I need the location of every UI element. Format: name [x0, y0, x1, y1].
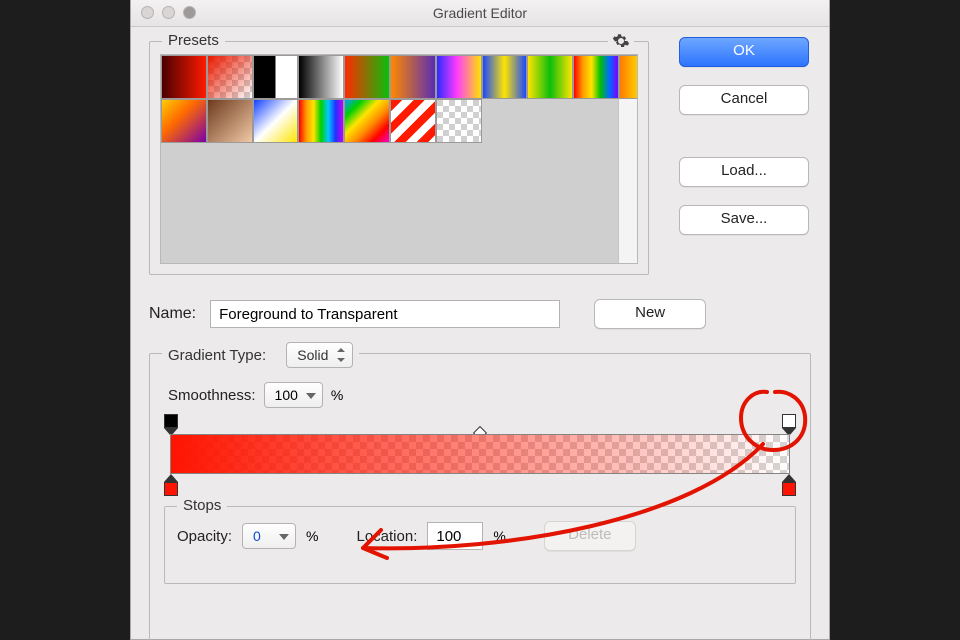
gradient-editor-dialog: Gradient Editor OK Cancel Load... Save..…: [130, 0, 830, 640]
name-row: Name: New: [149, 299, 811, 329]
new-button[interactable]: New: [594, 299, 706, 329]
smoothness-select[interactable]: 100: [264, 382, 323, 408]
preset-swatch[interactable]: [298, 55, 344, 99]
preset-swatch[interactable]: [207, 99, 253, 143]
preset-swatch[interactable]: [161, 99, 207, 143]
opacity-label: Opacity:: [177, 528, 232, 545]
ok-button[interactable]: OK: [679, 37, 809, 67]
cancel-button[interactable]: Cancel: [679, 85, 809, 115]
preset-swatch[interactable]: [390, 99, 436, 143]
preset-swatch[interactable]: [619, 55, 638, 99]
presets-menu-gear-icon[interactable]: [608, 32, 634, 50]
close-window-icon[interactable]: [141, 6, 154, 19]
color-stop-right[interactable]: [782, 474, 796, 496]
gradient-preview[interactable]: [170, 434, 790, 474]
gradient-type-label: Gradient Type:: [168, 347, 266, 364]
percent-sign: %: [331, 387, 343, 403]
preset-swatch[interactable]: [253, 55, 299, 99]
preset-swatch[interactable]: [344, 99, 390, 143]
preset-swatch[interactable]: [482, 55, 528, 99]
chevron-updown-icon: [336, 348, 346, 362]
chevron-down-icon: [279, 532, 289, 540]
dialog-button-column: OK Cancel Load... Save...: [679, 37, 809, 235]
load-button[interactable]: Load...: [679, 157, 809, 187]
opacity-select[interactable]: 0: [242, 523, 296, 549]
name-input[interactable]: [210, 300, 560, 328]
percent-sign: %: [306, 528, 318, 544]
smoothness-value: 100: [275, 387, 298, 403]
preset-swatch[interactable]: [390, 55, 436, 99]
gradient-type-group: Gradient Type: Solid Smoothness: 100: [149, 353, 811, 640]
opacity-value: 0: [253, 528, 271, 544]
stops-legend: Stops: [177, 497, 227, 514]
preset-swatch[interactable]: [207, 55, 253, 99]
minimize-window-icon[interactable]: [162, 6, 175, 19]
preset-swatch[interactable]: [253, 99, 299, 143]
name-label: Name:: [149, 305, 196, 323]
gradient-type-select[interactable]: Solid: [286, 342, 353, 368]
color-stop-left[interactable]: [164, 474, 178, 496]
gradient-bar[interactable]: [164, 418, 796, 498]
window-traffic-lights: [141, 6, 196, 19]
opacity-stop-left[interactable]: [164, 414, 178, 436]
preset-swatch[interactable]: [527, 55, 573, 99]
preset-swatch[interactable]: [573, 55, 619, 99]
location-input[interactable]: [427, 522, 483, 550]
zoom-window-icon[interactable]: [183, 6, 196, 19]
preset-swatch[interactable]: [161, 55, 207, 99]
chevron-down-icon: [306, 391, 316, 399]
opacity-stop-right[interactable]: [782, 414, 796, 436]
titlebar: Gradient Editor: [131, 0, 829, 27]
gradient-type-value: Solid: [297, 347, 328, 363]
save-button[interactable]: Save...: [679, 205, 809, 235]
presets-legend: Presets: [162, 32, 225, 49]
stops-group: Stops Opacity: 0 % Location:: [164, 506, 796, 584]
window-title: Gradient Editor: [433, 5, 527, 21]
percent-sign: %: [493, 528, 505, 544]
presets-list: [160, 54, 638, 264]
location-label: Location:: [356, 528, 417, 545]
preset-swatch[interactable]: [344, 55, 390, 99]
preset-swatch[interactable]: [298, 99, 344, 143]
preset-swatch[interactable]: [436, 55, 482, 99]
delete-stop-button: Delete: [544, 521, 636, 551]
preset-swatch[interactable]: [436, 99, 482, 143]
presets-group: Presets: [149, 41, 649, 275]
smoothness-label: Smoothness:: [168, 387, 256, 404]
smoothness-row: Smoothness: 100 %: [168, 382, 796, 408]
